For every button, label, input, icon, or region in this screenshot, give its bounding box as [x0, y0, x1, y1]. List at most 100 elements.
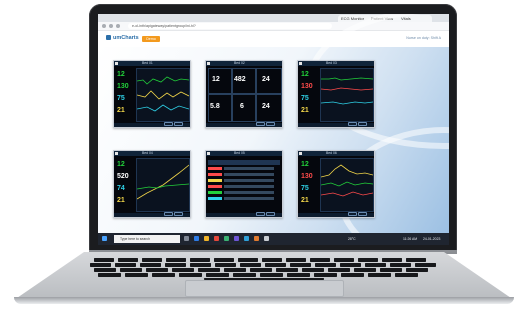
keyboard-key: [382, 258, 402, 262]
vital-value: 12: [301, 161, 309, 168]
keyboard-key: [94, 268, 116, 272]
monitor-header: Bed 02: [206, 61, 282, 66]
monitor-footer: [298, 122, 374, 127]
keyboard-key: [224, 268, 246, 272]
keyboard-key: [302, 268, 324, 272]
clock-date[interactable]: 24-01-2023: [423, 235, 440, 243]
vital-value: 74: [117, 185, 125, 192]
monitor-footer: [206, 122, 282, 127]
keyboard-key: [354, 268, 376, 272]
footer-button[interactable]: [348, 212, 357, 216]
waveform-line: [321, 77, 374, 81]
vital-value: 24: [262, 76, 270, 83]
start-icon[interactable]: [102, 236, 107, 241]
app-icon[interactable]: [234, 236, 239, 241]
reload-icon[interactable]: [116, 24, 120, 28]
patient-monitor-card[interactable]: Bed 06 12 130 75 21: [297, 150, 375, 218]
primary-button[interactable]: Demo: [142, 36, 160, 42]
footer-button[interactable]: [174, 122, 183, 126]
keyboard-key: [142, 258, 162, 262]
trackpad: [185, 280, 344, 297]
keyboard-key: [140, 263, 161, 267]
back-icon[interactable]: [102, 24, 106, 28]
keyboard-key: [238, 258, 258, 262]
footer-button[interactable]: [256, 212, 265, 216]
vital-value: 75: [301, 185, 309, 192]
keyboard-key: [368, 273, 391, 277]
chrome-icon[interactable]: [214, 236, 219, 241]
vital-value: 130: [117, 83, 129, 90]
keyboard-key: [380, 268, 402, 272]
vital-value: 75: [301, 95, 309, 102]
patient-monitor-card[interactable]: Bed 01 12 130 75 21: [113, 60, 191, 128]
keyboard-key: [265, 263, 286, 267]
waveform-chart: [320, 77, 374, 105]
keyboard-key: [390, 263, 411, 267]
keyboard-key: [165, 263, 186, 267]
taskbar-search[interactable]: Type here to search: [114, 235, 180, 243]
footer-button[interactable]: [348, 122, 357, 126]
vital-value: 482: [234, 76, 246, 83]
keyboard-key: [310, 258, 330, 262]
vital-value: 75: [117, 95, 125, 102]
app-icon[interactable]: [224, 236, 229, 241]
patient-monitor-card[interactable]: Bed 04 12 520 74 21: [113, 150, 191, 218]
monitor-header: Bed 06: [298, 151, 374, 156]
laptop: ECG Monitor Patient View Vitals e-ol-int…: [0, 0, 527, 314]
monitor-icon: [299, 152, 302, 155]
clock-time[interactable]: 11:26 AM: [403, 235, 417, 243]
keyboard-key: [276, 268, 298, 272]
footer-button[interactable]: [164, 212, 173, 216]
task-view-icon[interactable]: [184, 236, 189, 241]
footer-button[interactable]: [266, 122, 275, 126]
keyboard-key: [179, 273, 202, 277]
keyboard-key: [98, 273, 121, 277]
footer-button[interactable]: [358, 122, 367, 126]
app-logo[interactable]: umCharts: [106, 35, 139, 41]
patient-monitor-card[interactable]: Bed 02 12 482 24 5.8 6 24: [205, 60, 283, 128]
keyboard-key: [340, 263, 361, 267]
keyboard-key: [215, 263, 236, 267]
footer-button[interactable]: [266, 212, 275, 216]
folder-icon[interactable]: [204, 236, 209, 241]
keyboard-key: [286, 258, 306, 262]
app-icon[interactable]: [264, 236, 269, 241]
keyboard-key: [328, 268, 350, 272]
keyboard-key: [118, 258, 138, 262]
vital-cell: [232, 94, 256, 122]
alarm-list: [208, 160, 280, 200]
list-header: [208, 160, 280, 165]
waveform-line: [136, 164, 190, 200]
monitor-title: Bed 05: [234, 151, 245, 155]
keyboard-key: [358, 258, 378, 262]
monitor-footer: [114, 122, 190, 127]
keyboard-key: [90, 263, 111, 267]
waveform-chart: [136, 76, 190, 112]
monitor-footer: [298, 212, 374, 217]
waveform-line: [320, 191, 374, 197]
app-icon[interactable]: [254, 236, 259, 241]
patient-monitor-card[interactable]: Bed 03 12 130 75 21: [297, 60, 375, 128]
url-input[interactable]: e-ol-inth/apigateway/patientgroup/ini-hl…: [128, 23, 332, 29]
keyboard-key: [233, 273, 256, 277]
weather-text[interactable]: 28°C: [348, 235, 356, 243]
keyboard-key: [395, 273, 418, 277]
waveform-panel: [320, 158, 374, 212]
vital-value: 21: [301, 107, 309, 114]
patient-monitor-card[interactable]: Bed 05: [205, 150, 283, 218]
edge-icon[interactable]: [194, 236, 199, 241]
monitor-icon: [207, 152, 210, 155]
app-icon[interactable]: [244, 236, 249, 241]
keyboard-key: [125, 273, 148, 277]
keyboard: [84, 258, 444, 280]
footer-button[interactable]: [256, 122, 265, 126]
footer-button[interactable]: [358, 212, 367, 216]
forward-icon[interactable]: [109, 24, 113, 28]
keyboard-key: [315, 263, 336, 267]
footer-button[interactable]: [174, 212, 183, 216]
footer-button[interactable]: [164, 122, 173, 126]
monitor-header: Bed 04: [114, 151, 190, 156]
vital-value: 5.8: [210, 103, 220, 110]
alarm-badge: [208, 167, 222, 170]
waveform-panel: [136, 158, 190, 212]
